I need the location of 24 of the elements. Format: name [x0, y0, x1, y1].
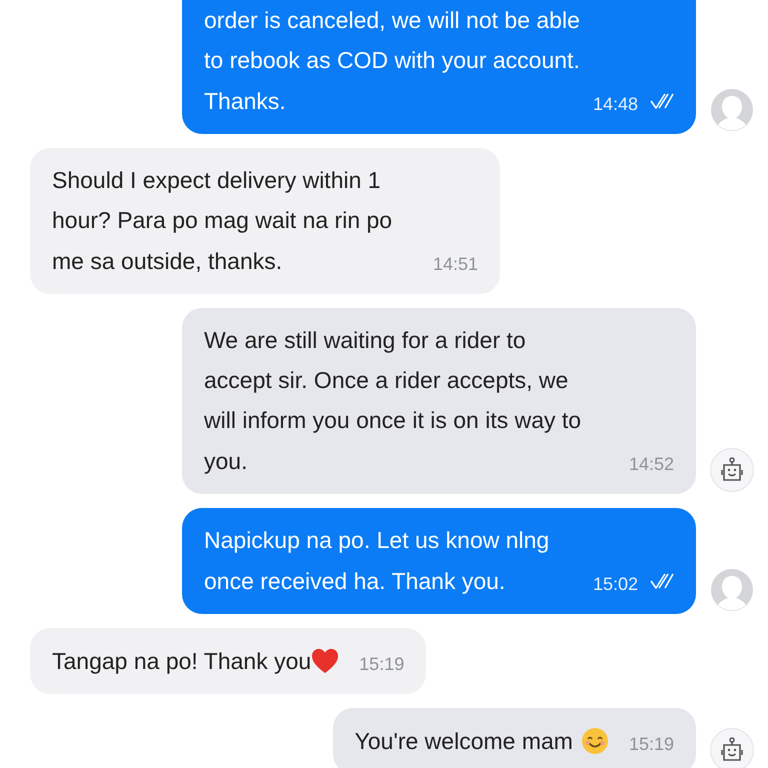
- message-text: Thanks.: [204, 87, 286, 116]
- message-text: me sa outside, thanks.: [52, 247, 282, 276]
- message-text: Tangap na po! Thank you: [52, 647, 312, 676]
- message-text: Should I expect delivery within 1: [52, 166, 381, 195]
- message-text: you.: [204, 447, 248, 476]
- message-time: 15:19: [628, 733, 674, 756]
- message-time: 14:52: [628, 453, 674, 476]
- bot-avatar-icon[interactable]: [710, 728, 754, 768]
- message-text: We are still waiting for a rider to: [204, 326, 526, 355]
- message-text: Napickup na po. Let us know nlng: [204, 526, 550, 555]
- message-time: 14:48: [592, 93, 638, 116]
- message-time: 15:02: [592, 573, 638, 596]
- bot-avatar-icon[interactable]: [710, 448, 754, 492]
- message-text: accept sir. Once a rider accepts, we: [204, 366, 568, 395]
- message-text: will inform you once it is on its way to: [204, 406, 582, 435]
- message-text: You're welcome mam: [354, 727, 573, 756]
- message-text: hour? Para po mag wait na rin po: [52, 206, 392, 235]
- message-text: order is canceled, we will not be able: [204, 6, 580, 35]
- message-text: to rebook as COD with your account.: [204, 46, 580, 75]
- message-time: 15:19: [359, 653, 404, 676]
- heart-emoji-icon: [311, 648, 340, 674]
- message-text: once received ha. Thank you.: [204, 567, 506, 596]
- smiling-face-emoji-icon: [580, 727, 609, 755]
- message-time: 14:51: [432, 253, 478, 276]
